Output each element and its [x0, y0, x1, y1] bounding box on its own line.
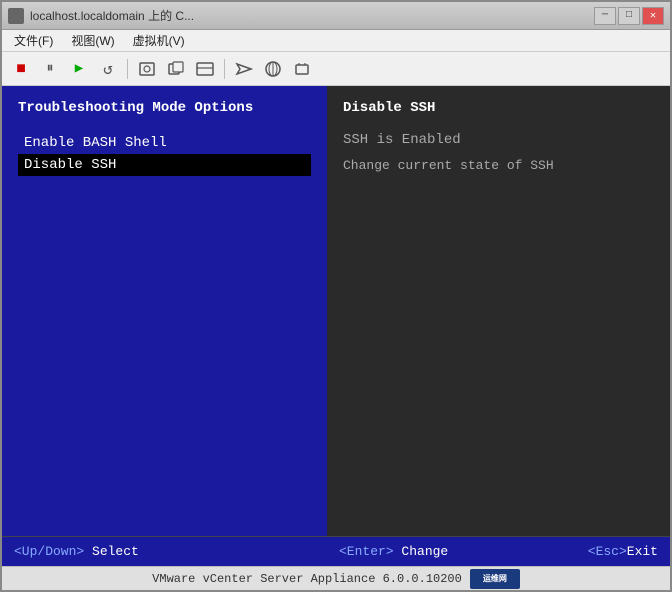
right-panel-status: SSH is Enabled: [343, 132, 654, 148]
network-icon: [264, 60, 282, 78]
stop-icon: ■: [16, 60, 26, 78]
refresh-button[interactable]: ↺: [95, 56, 121, 82]
stop-button[interactable]: ■: [8, 56, 34, 82]
screenshot-icon: [138, 60, 156, 78]
right-shortcuts: <Enter> Change <Esc>Exit: [339, 544, 658, 559]
status-logo: 运维网: [470, 569, 520, 589]
left-panel: Troubleshooting Mode Options Enable BASH…: [2, 86, 327, 536]
window-controls: ─ □ ✕: [594, 7, 664, 25]
option-disable-ssh[interactable]: Disable SSH: [18, 154, 311, 176]
logo-text: 运维网: [483, 573, 507, 584]
refresh-icon: ↺: [103, 59, 113, 79]
network-button[interactable]: [260, 56, 286, 82]
menu-bar: 文件(F) 视图(W) 虚拟机(V): [2, 30, 670, 52]
enter-shortcut: <Enter> Change: [339, 544, 448, 559]
menu-list: Enable BASH Shell Disable SSH: [18, 132, 311, 176]
right-panel-title: Disable SSH: [343, 100, 654, 116]
clone-icon: [167, 60, 185, 78]
window-icon: [8, 8, 24, 24]
title-bar-left: localhost.localdomain 上的 C...: [8, 7, 194, 24]
screenshot-button[interactable]: [134, 56, 160, 82]
shortcuts-bar: <Up/Down> Select <Enter> Change <Esc>Exi…: [2, 536, 670, 566]
title-bar: localhost.localdomain 上的 C... ─ □ ✕: [2, 2, 670, 30]
option-enable-bash[interactable]: Enable BASH Shell: [18, 132, 311, 154]
left-panel-title: Troubleshooting Mode Options: [18, 100, 311, 116]
menu-file[interactable]: 文件(F): [6, 30, 61, 51]
panels: Troubleshooting Mode Options Enable BASH…: [2, 86, 670, 536]
esc-shortcut: <Esc>Exit: [588, 544, 658, 559]
clone-button[interactable]: [163, 56, 189, 82]
close-button[interactable]: ✕: [642, 7, 664, 25]
play-icon: ▶: [75, 60, 83, 77]
menu-view[interactable]: 视图(W): [63, 30, 122, 51]
minimize-button[interactable]: ─: [594, 7, 616, 25]
pause-icon: ⏸: [47, 61, 54, 77]
toolbar: ■ ⏸ ▶ ↺: [2, 52, 670, 86]
menu-vm[interactable]: 虚拟机(V): [125, 30, 193, 51]
send-key-button[interactable]: [231, 56, 257, 82]
play-button[interactable]: ▶: [66, 56, 92, 82]
right-panel-description: Change current state of SSH: [343, 158, 654, 173]
status-text: VMware vCenter Server Appliance 6.0.0.10…: [152, 572, 462, 586]
left-shortcuts: <Up/Down> Select: [14, 544, 339, 559]
maximize-button[interactable]: □: [618, 7, 640, 25]
snapshot-icon: [196, 60, 214, 78]
toolbar-separator-2: [224, 59, 225, 79]
snapshot-button[interactable]: [192, 56, 218, 82]
toolbar-separator-1: [127, 59, 128, 79]
pause-button[interactable]: ⏸: [37, 56, 63, 82]
main-content: Troubleshooting Mode Options Enable BASH…: [2, 86, 670, 566]
nav-shortcut: <Up/Down> Select: [14, 544, 139, 559]
removable-button[interactable]: [289, 56, 315, 82]
right-panel: Disable SSH SSH is Enabled Change curren…: [327, 86, 670, 536]
send-key-icon: [235, 60, 253, 78]
main-window: localhost.localdomain 上的 C... ─ □ ✕ 文件(F…: [0, 0, 672, 592]
window-title: localhost.localdomain 上的 C...: [30, 7, 194, 24]
status-bar: VMware vCenter Server Appliance 6.0.0.10…: [2, 566, 670, 590]
removable-icon: [293, 60, 311, 78]
